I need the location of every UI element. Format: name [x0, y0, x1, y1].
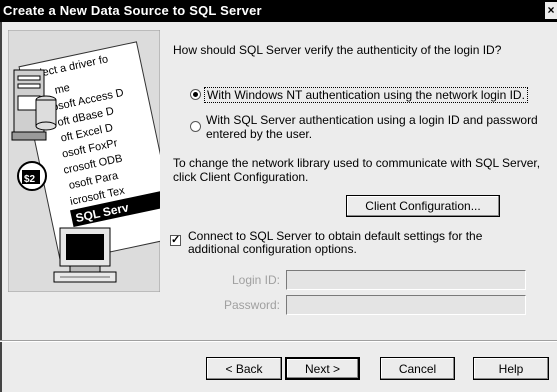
next-button[interactable]: Next > — [285, 357, 360, 380]
login-id-label: Login ID: — [231, 273, 280, 287]
computer-icon — [53, 227, 117, 283]
auth-question: How should SQL Server verify the authent… — [173, 43, 502, 57]
connect-checkbox[interactable]: ✓ — [170, 235, 181, 246]
client-configuration-button[interactable]: Client Configuration... — [346, 195, 500, 217]
radio-button[interactable] — [190, 89, 201, 100]
close-icon[interactable]: × — [545, 2, 557, 19]
back-button[interactable]: < Back — [206, 357, 282, 380]
radio-label-line1: With SQL Server authentication using a l… — [206, 113, 538, 127]
help-button[interactable]: Help — [473, 357, 549, 380]
password-field[interactable] — [286, 295, 526, 315]
radio-label: With Windows NT authentication using the… — [204, 87, 528, 103]
note-line: To change the network library used to co… — [173, 156, 541, 170]
network-library-note: To change the network library used to co… — [173, 156, 543, 184]
password-label: Password: — [223, 298, 280, 312]
wizard-illustration: Select a driver fo me osoft Access D oft… — [8, 30, 160, 292]
window-title: Create a New Data Source to SQL Server — [3, 3, 262, 18]
connect-checkbox-label: Connect to SQL Server to obtain default … — [188, 230, 538, 256]
radio-label-line2: entered by the user. — [206, 127, 313, 141]
radio-button[interactable] — [190, 121, 201, 132]
cancel-button[interactable]: Cancel — [380, 357, 455, 380]
label-line: additional configuration options. — [188, 242, 357, 256]
separator — [0, 341, 557, 342]
title-bar: Create a New Data Source to SQL Server × — [0, 0, 557, 22]
network-globe-icon: $2 — [17, 161, 47, 191]
note-line: click Client Configuration. — [173, 170, 309, 184]
svg-text:$2: $2 — [24, 174, 36, 185]
window-border — [0, 22, 2, 392]
login-id-field[interactable] — [286, 270, 526, 290]
